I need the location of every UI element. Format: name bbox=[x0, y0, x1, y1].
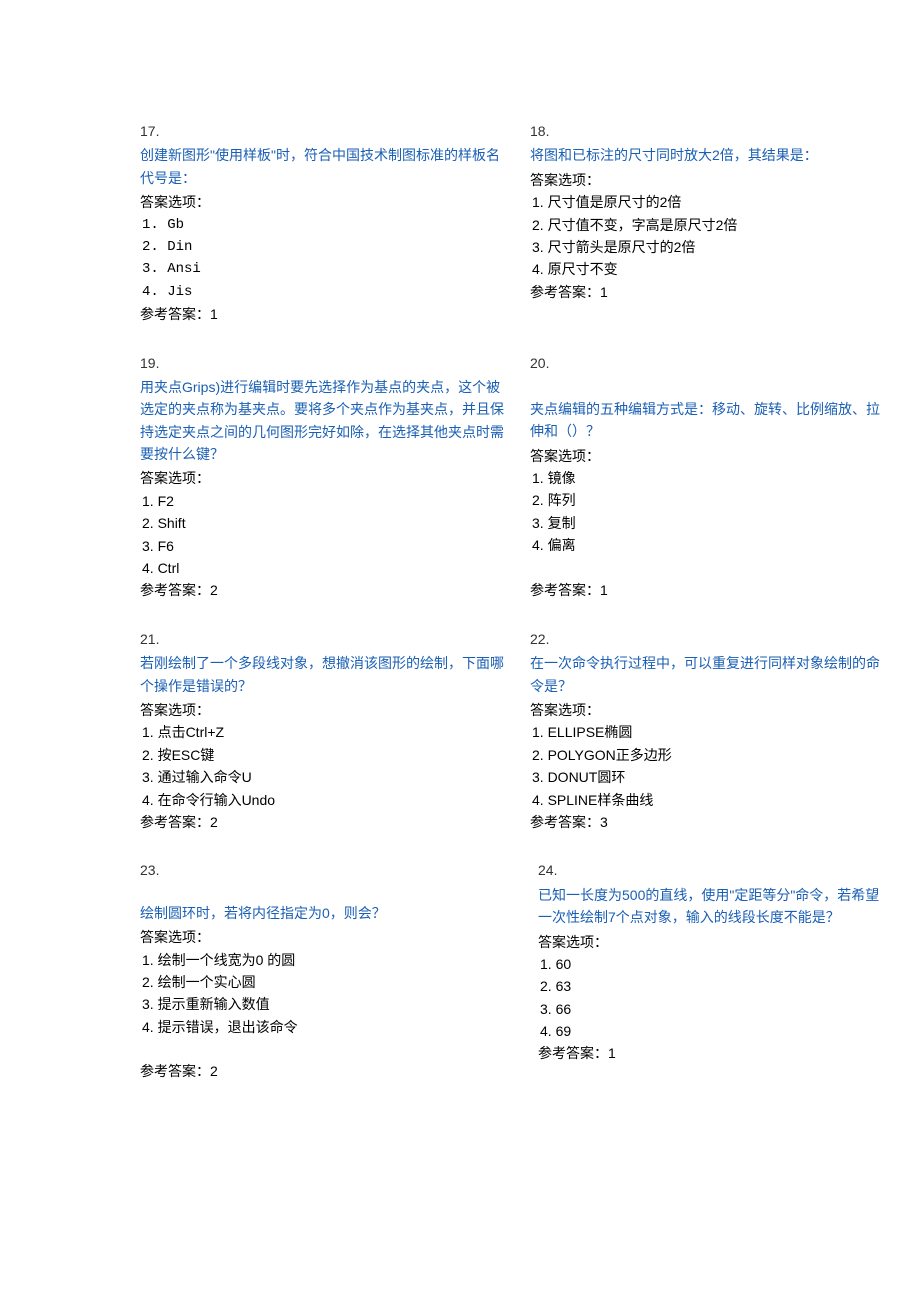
question-number: 17. bbox=[140, 120, 510, 142]
spacer bbox=[140, 884, 510, 902]
option-1: 1. 尺寸值是原尺寸的2倍 bbox=[530, 191, 880, 213]
question-24: 24. 已知一长度为500的直线，使用"定距等分"命令，若希望一次性绘制7个点对… bbox=[530, 859, 880, 1082]
question-text: 若刚绘制了一个多段线对象，想撤消该图形的绘制，下面哪个操作是错误的？ bbox=[140, 652, 510, 697]
spacer bbox=[140, 1038, 510, 1060]
option-3: 3. Ansi bbox=[140, 258, 510, 280]
question-23: 23. 绘制圆环时，若将内径指定为0，则会？ 答案选项： 1. 绘制一个线宽为0… bbox=[140, 859, 510, 1082]
question-number: 18. bbox=[530, 120, 880, 142]
spacer bbox=[530, 376, 880, 398]
question-number: 24. bbox=[538, 859, 880, 881]
options-label: 答案选项： bbox=[140, 699, 510, 721]
option-3: 3. 提示重新输入数值 bbox=[140, 993, 510, 1015]
option-4: 4. Jis bbox=[140, 281, 510, 303]
question-number: 23. bbox=[140, 859, 510, 881]
question-text: 在一次命令执行过程中，可以重复进行同样对象绘制的命令是？ bbox=[530, 652, 880, 697]
question-20: 20. 夹点编辑的五种编辑方式是：移动、旋转、比例缩放、拉伸和（）？ 答案选项：… bbox=[530, 352, 880, 602]
question-19: 19. 用夹点Grips)进行编辑时要先选择作为基点的夹点，这个被选定的夹点称为… bbox=[140, 352, 510, 602]
option-4: 4. 偏离 bbox=[530, 534, 880, 556]
option-1: 1. 镜像 bbox=[530, 467, 880, 489]
reference-answer: 参考答案：2 bbox=[140, 579, 510, 601]
options-label: 答案选项： bbox=[530, 445, 880, 467]
option-3: 3. 复制 bbox=[530, 512, 880, 534]
question-text: 已知一长度为500的直线，使用"定距等分"命令，若希望一次性绘制7个点对象，输入… bbox=[538, 884, 880, 929]
question-17: 17. 创建新图形"使用样板"时，符合中国技术制图标准的样板名代号是： 答案选项… bbox=[140, 120, 510, 326]
question-text: 夹点编辑的五种编辑方式是：移动、旋转、比例缩放、拉伸和（）？ bbox=[530, 398, 880, 443]
option-1: 1. 点击Ctrl+Z bbox=[140, 721, 510, 743]
option-2: 2. Din bbox=[140, 236, 510, 258]
option-2: 2. 按ESC键 bbox=[140, 744, 510, 766]
reference-answer: 参考答案：1 bbox=[140, 303, 510, 325]
options-label: 答案选项： bbox=[140, 926, 510, 948]
option-3: 3. 66 bbox=[538, 998, 880, 1020]
reference-answer: 参考答案：1 bbox=[530, 579, 880, 601]
option-4: 4. Ctrl bbox=[140, 557, 510, 579]
option-3: 3. F6 bbox=[140, 535, 510, 557]
row-q19-q20: 19. 用夹点Grips)进行编辑时要先选择作为基点的夹点，这个被选定的夹点称为… bbox=[140, 352, 880, 602]
question-number: 20. bbox=[530, 352, 880, 374]
reference-answer: 参考答案：2 bbox=[140, 811, 510, 833]
option-2: 2. Shift bbox=[140, 512, 510, 534]
spacer bbox=[530, 557, 880, 579]
option-3: 3. DONUT圆环 bbox=[530, 766, 880, 788]
option-1: 1. Gb bbox=[140, 214, 510, 236]
reference-answer: 参考答案：2 bbox=[140, 1060, 510, 1082]
option-4: 4. 在命令行输入Undo bbox=[140, 789, 510, 811]
options-label: 答案选项： bbox=[140, 191, 510, 213]
option-3: 3. 通过输入命令U bbox=[140, 766, 510, 788]
row-q23-q24: 23. 绘制圆环时，若将内径指定为0，则会？ 答案选项： 1. 绘制一个线宽为0… bbox=[140, 859, 880, 1082]
options-label: 答案选项： bbox=[530, 169, 880, 191]
option-1: 1. ELLIPSE椭圆 bbox=[530, 721, 880, 743]
question-21: 21. 若刚绘制了一个多段线对象，想撤消该图形的绘制，下面哪个操作是错误的？ 答… bbox=[140, 628, 510, 834]
question-text: 绘制圆环时，若将内径指定为0，则会？ bbox=[140, 902, 510, 924]
question-18: 18. 将图和已标注的尺寸同时放大2倍，其结果是： 答案选项： 1. 尺寸值是原… bbox=[530, 120, 880, 326]
reference-answer: 参考答案：1 bbox=[538, 1042, 880, 1064]
question-text: 将图和已标注的尺寸同时放大2倍，其结果是： bbox=[530, 144, 880, 166]
option-2: 2. 63 bbox=[538, 975, 880, 997]
option-3: 3. 尺寸箭头是原尺寸的2倍 bbox=[530, 236, 880, 258]
row-q17-q18: 17. 创建新图形"使用样板"时，符合中国技术制图标准的样板名代号是： 答案选项… bbox=[140, 120, 880, 326]
question-text: 用夹点Grips)进行编辑时要先选择作为基点的夹点，这个被选定的夹点称为基夹点。… bbox=[140, 376, 510, 466]
row-q21-q22: 21. 若刚绘制了一个多段线对象，想撤消该图形的绘制，下面哪个操作是错误的？ 答… bbox=[140, 628, 880, 834]
option-2: 2. POLYGON正多边形 bbox=[530, 744, 880, 766]
question-number: 19. bbox=[140, 352, 510, 374]
question-text: 创建新图形"使用样板"时，符合中国技术制图标准的样板名代号是： bbox=[140, 144, 510, 189]
option-4: 4. 提示错误，退出该命令 bbox=[140, 1016, 510, 1038]
question-22: 22. 在一次命令执行过程中，可以重复进行同样对象绘制的命令是？ 答案选项： 1… bbox=[530, 628, 880, 834]
reference-answer: 参考答案：3 bbox=[530, 811, 880, 833]
option-4: 4. 69 bbox=[538, 1020, 880, 1042]
option-2: 2. 绘制一个实心圆 bbox=[140, 971, 510, 993]
reference-answer: 参考答案：1 bbox=[530, 281, 880, 303]
option-1: 1. 绘制一个线宽为0 的圆 bbox=[140, 949, 510, 971]
options-label: 答案选项： bbox=[140, 467, 510, 489]
option-2: 2. 尺寸值不变，字高是原尺寸2倍 bbox=[530, 214, 880, 236]
question-number: 21. bbox=[140, 628, 510, 650]
option-2: 2. 阵列 bbox=[530, 489, 880, 511]
option-1: 1. 60 bbox=[538, 953, 880, 975]
option-4: 4. SPLINE样条曲线 bbox=[530, 789, 880, 811]
question-number: 22. bbox=[530, 628, 880, 650]
option-4: 4. 原尺寸不变 bbox=[530, 258, 880, 280]
options-label: 答案选项： bbox=[538, 931, 880, 953]
options-label: 答案选项： bbox=[530, 699, 880, 721]
option-1: 1. F2 bbox=[140, 490, 510, 512]
